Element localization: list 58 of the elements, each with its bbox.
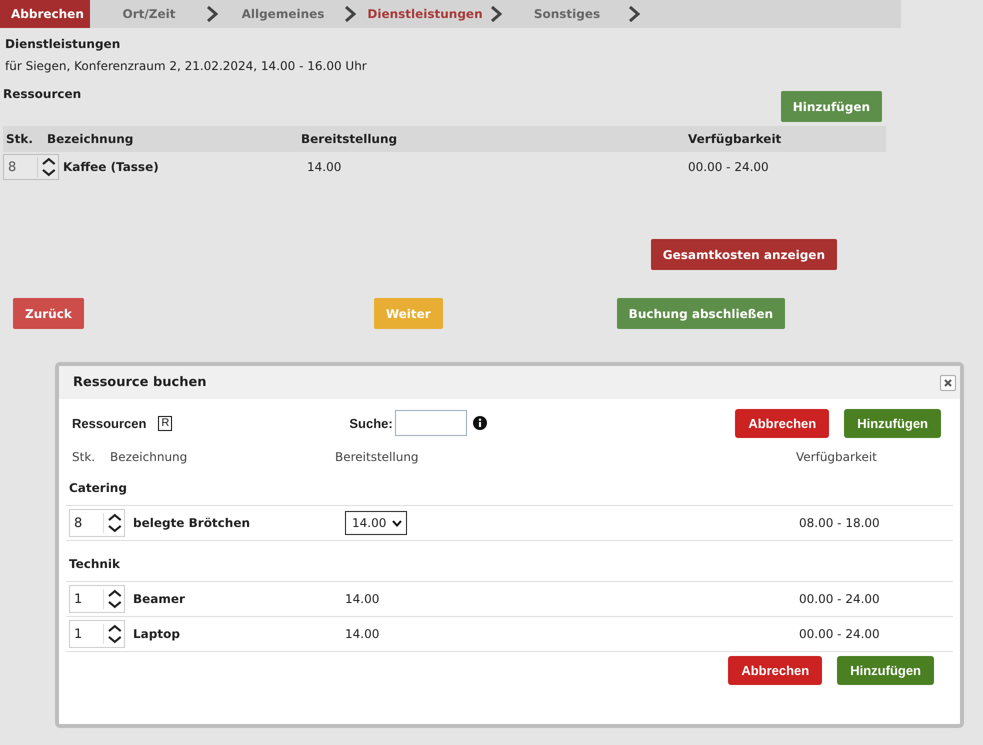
group-heading: Catering [66,471,953,506]
column-header: Bereitstellung [335,450,420,464]
table-cell-text: 00.00 - 24.00 [799,592,881,606]
chevron-icon [490,6,502,22]
add-button[interactable]: Hinzufügen [780,91,882,122]
table-cell-text: 08.00 - 18.00 [799,516,881,530]
quantity-field[interactable]: 8 [69,509,125,537]
cancel-button[interactable]: Abbrechen [728,656,822,685]
chevron-icon [206,6,218,22]
quantity-field[interactable]: 8 [3,154,59,180]
search-field[interactable] [394,410,467,436]
total-costs-button[interactable]: Gesamtkosten anzeigen [650,239,837,270]
time-dropdown[interactable]: 14.00 [345,511,407,535]
key-badge: R [158,416,172,430]
back-button[interactable]: Zurück [13,298,84,329]
table-cell-text: 00.00 - 24.00 [688,160,770,174]
close-icon[interactable] [940,374,956,390]
page-subtitle: für Siegen, Konferenzraum 2, 21.02.2024, 14.00 - 16.00 Uhr [5,59,368,73]
chevron-icon [628,6,640,22]
up-down-icon [103,513,124,533]
table-cell-text: 14.00 [345,592,380,606]
info-icon [472,416,487,430]
caret-icon [392,520,402,526]
cancel-button[interactable]: Abbrechen [0,0,90,28]
column-header: Verfügbarkeit [796,450,878,464]
resource-name: belegte Brötchen [133,516,252,530]
resources-label: Ressourcen [72,416,146,430]
cancel-button[interactable]: Abbrechen [735,408,830,438]
column-header: Stk. [71,450,96,464]
column-header: Bereitstellung [301,132,398,146]
column-header: Stk. [5,132,34,146]
column-header: Bezeichnung [110,450,188,464]
finish-button[interactable]: Buchung abschließen [616,298,786,329]
up-down-icon [103,624,124,644]
wizard-step[interactable]: Dienstleistungen [360,0,506,28]
up-down-icon [103,589,124,609]
column-header: Verfügbarkeit [688,132,782,146]
resource-name: Laptop [133,627,181,641]
quantity-field[interactable]: 1 [69,620,125,648]
wizard-step[interactable]: Sonstiges [506,0,644,28]
search-label: Suche: [349,416,393,430]
resource-name: Beamer [133,592,186,606]
wizard-step[interactable]: Ort/Zeit [92,0,222,28]
add-button[interactable]: Hinzufügen [837,656,934,685]
wizard-step[interactable]: Allgemeines [222,0,360,28]
table-cell-text: 14.00 [345,627,380,641]
chevron-icon [344,6,356,22]
section-title: Ressourcen [3,87,82,101]
add-button[interactable]: Hinzufügen [844,408,941,438]
table-cell-text: 00.00 - 24.00 [799,627,881,641]
dialog-title: Ressource buchen [73,375,207,390]
quantity-field[interactable]: 1 [69,585,125,613]
page-title: Dienstleistungen [5,37,122,51]
group-heading: Technik [66,547,953,582]
table-cell-text: Kaffee (Tasse) [63,160,160,174]
table-cell-text: 14.00 [307,160,342,174]
up-down-icon [37,157,58,177]
column-header: Bezeichnung [47,132,134,146]
